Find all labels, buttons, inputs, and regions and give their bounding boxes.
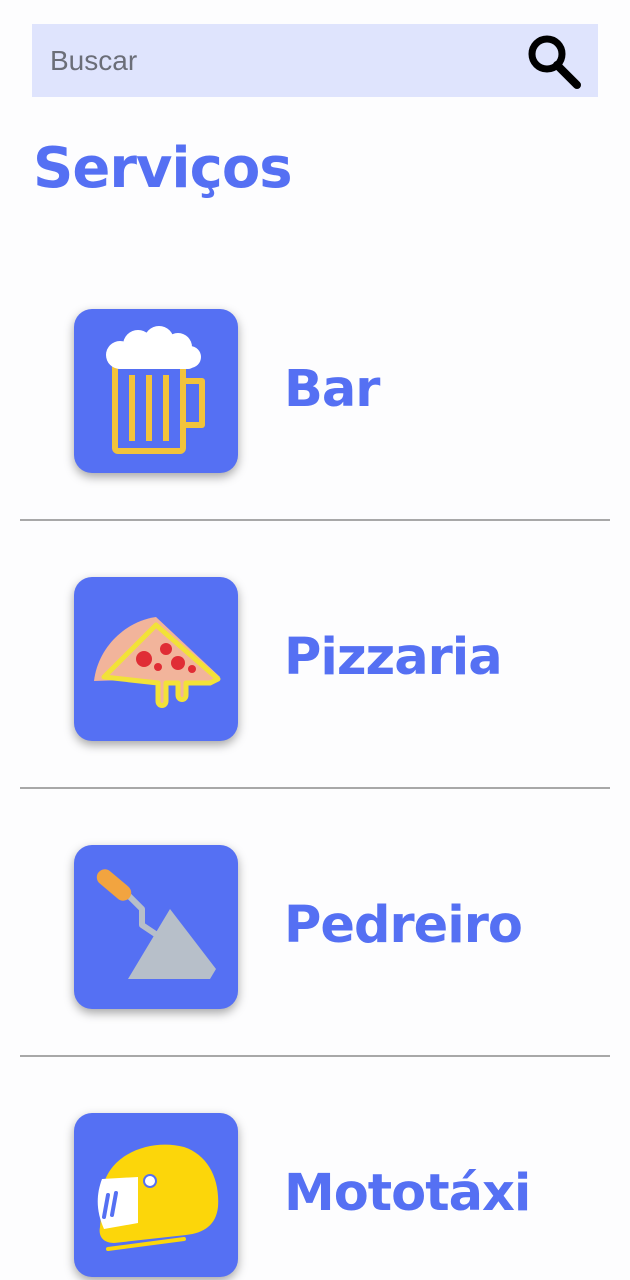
search-input[interactable]	[32, 24, 512, 97]
service-label-pedreiro: Pedreiro	[284, 896, 523, 955]
search-icon[interactable]	[522, 30, 584, 92]
service-item-bar[interactable]: Bar	[20, 252, 610, 520]
service-tile-bar	[74, 309, 238, 473]
pizza-slice-icon	[94, 617, 221, 708]
service-item-mototaxi[interactable]: Mototáxi	[20, 1056, 610, 1280]
service-item-pizzaria[interactable]: Pizzaria	[20, 520, 610, 788]
service-label-bar: Bar	[284, 360, 380, 419]
services-screen: Serviços	[0, 0, 630, 1280]
service-tile-pedreiro	[74, 845, 238, 1009]
beer-mug-icon	[106, 326, 205, 454]
helmet-icon	[97, 1144, 219, 1251]
trowel-icon	[96, 869, 216, 979]
service-tile-pizzaria	[74, 577, 238, 741]
service-label-mototaxi: Mototáxi	[284, 1164, 531, 1223]
service-item-pedreiro[interactable]: Pedreiro	[20, 788, 610, 1056]
page-title: Serviços	[33, 136, 293, 201]
service-tile-mototaxi	[74, 1113, 238, 1277]
search-bar	[32, 24, 598, 97]
service-label-pizzaria: Pizzaria	[284, 628, 503, 687]
